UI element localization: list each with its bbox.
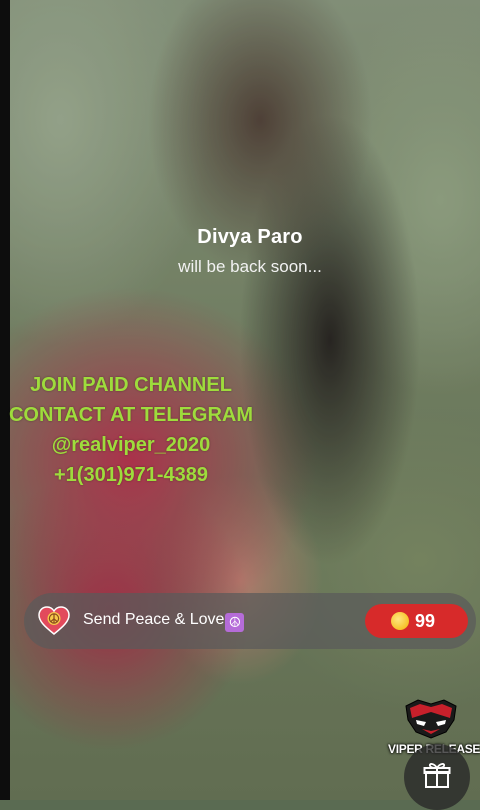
viper-mascot-logo [405, 699, 457, 739]
promo-line: +1(301)971-4389 [53, 464, 208, 486]
promo-line: @realviper_2020 [51, 434, 211, 456]
promo-line: CONTACT AT TELEGRAM [8, 404, 254, 426]
host-name: Divya Paro [197, 226, 303, 248]
promo-overlay-text: JOIN PAID CHANNEL CONTACT AT TELEGRAM @r… [0, 370, 262, 490]
promo-line: JOIN PAID CHANNEL [30, 374, 232, 396]
gift-button[interactable] [404, 744, 470, 810]
send-coins-button[interactable]: 99 [365, 604, 468, 638]
gift-icon [423, 763, 451, 788]
coin-icon [391, 612, 409, 630]
host-status: will be back soon... [178, 257, 322, 276]
peace-heart-icon [38, 606, 70, 635]
peace-symbol-icon: ☮ [225, 613, 245, 632]
coin-count: 99 [415, 611, 436, 631]
send-peace-love-bar[interactable]: Send Peace & Love ☮ 99 [24, 593, 476, 649]
send-peace-love-label: Send Peace & Love ☮ [83, 611, 245, 632]
